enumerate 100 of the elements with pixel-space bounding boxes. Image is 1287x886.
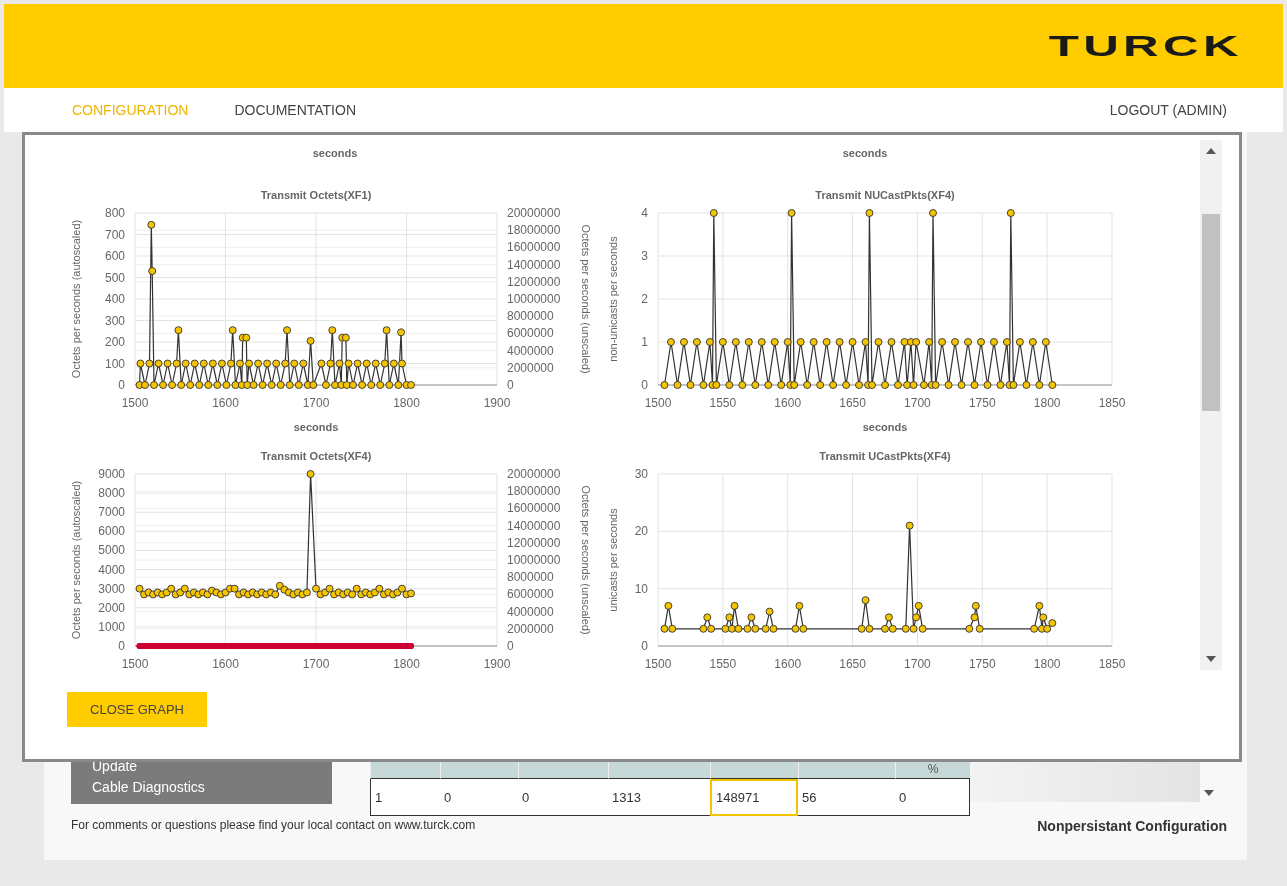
axis-tick-label: 4000000: [507, 604, 554, 619]
axis-tick-label: 16000000: [507, 240, 561, 255]
axis-tick-label: 12000000: [507, 274, 561, 289]
nav-link[interactable]: DOCUMENTATION: [234, 102, 356, 118]
axis-tick-label: 8000: [98, 486, 125, 501]
axis-tick-label: 18000000: [507, 223, 561, 238]
axis-tick-label: 1700: [904, 396, 931, 410]
axis-tick-label: 18000000: [507, 484, 561, 499]
axis-tick-label: 14000000: [507, 518, 561, 533]
axis-label: Octets per seconds (unscaled): [580, 224, 592, 374]
axis-tick-label: 1700: [904, 657, 931, 671]
axis-tick-label: 4000000: [507, 343, 554, 358]
scrollbar[interactable]: [1200, 140, 1222, 670]
axis-label: Octets per seconds (autoscaled): [70, 480, 82, 640]
axis-tick-label: 6000: [98, 524, 125, 539]
axis-tick-label: 1600: [212, 657, 239, 671]
axis-tick-label: 1500: [121, 396, 149, 410]
axis-tick-label: 1800: [1033, 657, 1061, 671]
axis-tick-label: 1500: [121, 657, 149, 671]
axis-tick-label: 0: [507, 639, 514, 653]
axis-tick-label: 8000000: [507, 309, 554, 324]
axis-tick-label: 1900: [483, 396, 511, 410]
axis-tick-label: 14000000: [507, 257, 561, 272]
table-cell: 1313: [608, 779, 710, 816]
axis-tick-label: 0: [641, 639, 648, 653]
axis-label: unicasts per seconds: [607, 508, 619, 612]
axis-tick-label: 1650: [839, 396, 866, 410]
axis-tick-label: 12000000: [507, 535, 561, 550]
axis-tick-label: 2: [641, 292, 648, 306]
axis-tick-label: 10: [634, 581, 648, 596]
axis-tick-label: 20000000: [507, 467, 561, 481]
logo: TURCK: [1048, 31, 1243, 61]
axis-tick-label: 1800: [393, 396, 420, 410]
config-mode-label: Nonpersistant Configuration: [1037, 818, 1227, 834]
axis-tick-label: 30: [634, 467, 648, 481]
axis-tick-label: 1750: [968, 396, 996, 410]
table-cell: 1: [370, 779, 440, 816]
axis-tick-label: 1800: [393, 657, 420, 671]
axis-tick-label: 1550: [709, 657, 737, 671]
axis-tick-label: 4000: [98, 562, 125, 577]
chart-title: Transmit Octets(XF4): [260, 450, 372, 462]
axis-tick-label: 2000000: [507, 360, 554, 375]
axis-tick-label: 0: [641, 378, 648, 392]
axis-tick-label: 1750: [968, 657, 996, 671]
table-cell: 0: [440, 779, 518, 816]
axis-label: seconds: [312, 147, 358, 159]
axis-tick-label: 0: [118, 639, 125, 653]
axis-tick-label: 800: [104, 206, 125, 220]
axis-tick-label: 1000: [98, 619, 125, 634]
axis-tick-label: 1850: [1098, 657, 1126, 671]
axis-tick-label: 2000: [98, 600, 125, 615]
axis-label: non-unicasts per seconds: [607, 236, 619, 362]
axis-tick-label: 1600: [212, 396, 239, 410]
axis-tick-label: 20: [634, 524, 648, 539]
axis-tick-label: 1500: [644, 657, 672, 671]
axis-tick-label: 100: [104, 356, 125, 371]
axis-tick-label: 0: [118, 378, 125, 392]
chart-title: Transmit Octets(XF1): [260, 189, 372, 201]
scroll-down-icon[interactable]: [1204, 790, 1214, 796]
axis-tick-label: 5000: [98, 543, 125, 558]
axis-tick-label: 20000000: [507, 206, 561, 220]
table-cell: 148971: [710, 779, 798, 816]
scroll-down-icon[interactable]: [1206, 656, 1216, 662]
axis-tick-label: 10000000: [507, 553, 561, 567]
axis-label: Octets per seconds (unscaled): [580, 485, 592, 635]
axis-tick-label: 2000000: [507, 621, 554, 636]
axis-tick-label: 10000000: [507, 292, 561, 306]
axis-tick-label: 7000: [98, 505, 125, 520]
footer-text: For comments or questions please find your local contact on www.turck.com: [71, 818, 476, 834]
axis-tick-label: 400: [104, 292, 125, 306]
table-cell: 0: [895, 779, 970, 816]
axis-tick-label: 1: [641, 335, 648, 349]
axis-tick-label: 1700: [302, 657, 330, 671]
axis-label: seconds: [293, 421, 339, 433]
scroll-up-icon[interactable]: [1206, 148, 1216, 154]
axis-tick-label: 1550: [709, 396, 737, 410]
axis-tick-label: 1600: [774, 657, 802, 671]
table-cell: 56: [798, 779, 895, 816]
close-graph-button[interactable]: CLOSE GRAPH: [67, 692, 207, 727]
axis-label: seconds: [842, 147, 888, 159]
axis-tick-label: 1600: [774, 396, 802, 410]
logout-link[interactable]: LOGOUT (ADMIN): [1109, 102, 1227, 118]
axis-tick-label: 500: [104, 270, 125, 285]
axis-tick-label: 700: [104, 227, 125, 242]
axis-tick-label: 6000000: [507, 326, 554, 341]
axis-tick-label: 9000: [98, 467, 125, 481]
table-cell: 0: [518, 779, 608, 816]
chart-title: Transmit UCastPkts(XF4): [819, 450, 951, 462]
axis-tick-label: 16000000: [507, 501, 561, 516]
scrollbar-thumb[interactable]: [1202, 214, 1220, 411]
axis-tick-label: 0: [507, 378, 514, 392]
axis-tick-label: 4: [641, 206, 648, 220]
axis-tick-label: 3000: [98, 581, 125, 596]
axis-tick-label: 300: [104, 313, 125, 328]
axis-tick-label: 1850: [1098, 396, 1126, 410]
axis-tick-label: 1500: [644, 396, 672, 410]
axis-tick-label: 1800: [1033, 396, 1061, 410]
axis-tick-label: 600: [104, 249, 125, 263]
axis-tick-label: 6000000: [507, 587, 554, 602]
sidebar-item[interactable]: Cable Diagnostics: [71, 777, 332, 798]
